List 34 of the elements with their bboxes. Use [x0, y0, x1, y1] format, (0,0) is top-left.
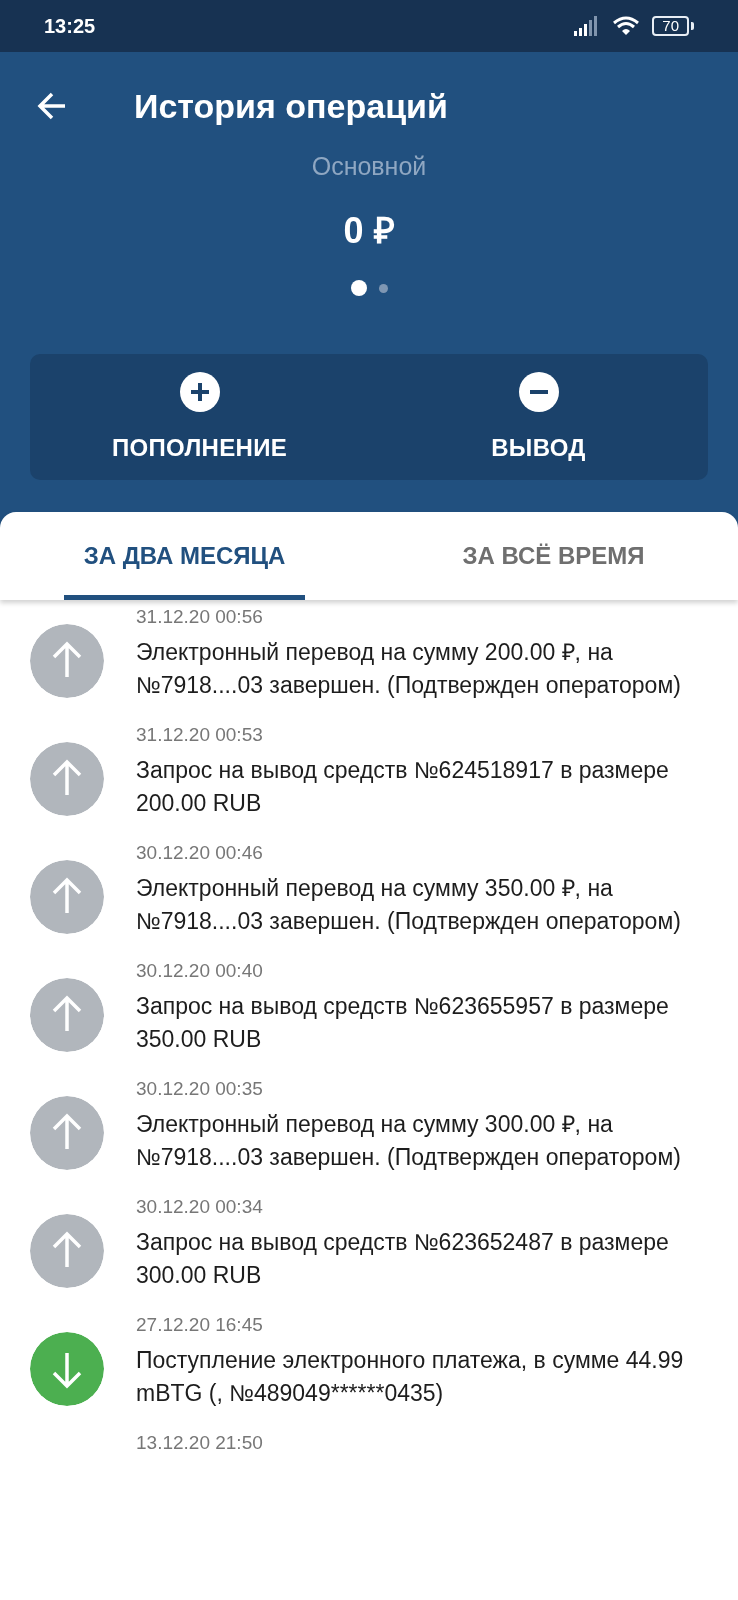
- operation-date: 30.12.20 00:35: [136, 1078, 263, 1100]
- operation-description: Электронный перевод на сумму 300.00 ₽, на №7918....03 завершен. (Подтвержден оператором): [136, 1110, 682, 1172]
- screen-title: История операций: [134, 86, 448, 126]
- operation-date: 31.12.20 00:56: [136, 606, 263, 628]
- account-name: Основной: [310, 152, 428, 181]
- operation-description: Запрос на вывод средств №623655957 в размере 350.00 RUB: [136, 992, 670, 1054]
- up-arrow-circle-icon: [30, 742, 104, 816]
- operation-date: 31.12.20 00:53: [136, 724, 263, 746]
- operation-date: 30.12.20 00:34: [136, 1196, 263, 1218]
- wifi-icon: [612, 16, 641, 36]
- operation-description: Поступление электронного платежа, в сумме 44.99 mBTG (, №489049******0435): [136, 1346, 685, 1408]
- operation-date: 30.12.20 00:46: [136, 842, 263, 864]
- plus-circle-icon: [179, 372, 220, 412]
- operation-description: Запрос на вывод средств №624518917 в размере 200.00 RUB: [136, 756, 670, 818]
- down-arrow-circle-icon: [30, 1332, 104, 1406]
- up-arrow-circle-icon: [30, 1214, 104, 1288]
- withdraw-button[interactable]: ВЫВОД: [369, 354, 708, 480]
- status-time: 13:25: [44, 14, 97, 38]
- operation-description: Электронный перевод на сумму 350.00 ₽, на №7918....03 завершен. (Подтвержден оператором): [136, 874, 682, 936]
- operation-date: 27.12.20 16:45: [136, 1314, 263, 1336]
- up-arrow-circle-icon: [30, 860, 104, 934]
- up-arrow-circle-icon: [30, 1096, 104, 1170]
- operation-description: Запрос на вывод средств №623652487 в размере 300.00 RUB: [136, 1228, 670, 1290]
- operation-date: 13.12.20 21:50: [136, 1432, 263, 1454]
- up-arrow-circle-icon: [30, 978, 104, 1052]
- period-tab[interactable]: ЗА ДВА МЕСЯЦА: [64, 512, 305, 600]
- operation-date: 30.12.20 00:40: [136, 960, 263, 982]
- deposit-button[interactable]: ПОПОЛНЕНИЕ: [30, 354, 369, 480]
- operation-description: Электронный перевод на сумму 200.00 ₽, на №7918....03 завершен. (Подтвержден оператором): [136, 638, 682, 700]
- up-arrow-circle-icon: [30, 624, 104, 698]
- back-arrow-icon[interactable]: [36, 90, 68, 122]
- period-tab[interactable]: ЗА ВСЁ ВРЕМЯ: [433, 512, 674, 600]
- balance-amount: 0 ₽: [342, 209, 396, 253]
- minus-circle-icon: [518, 372, 559, 412]
